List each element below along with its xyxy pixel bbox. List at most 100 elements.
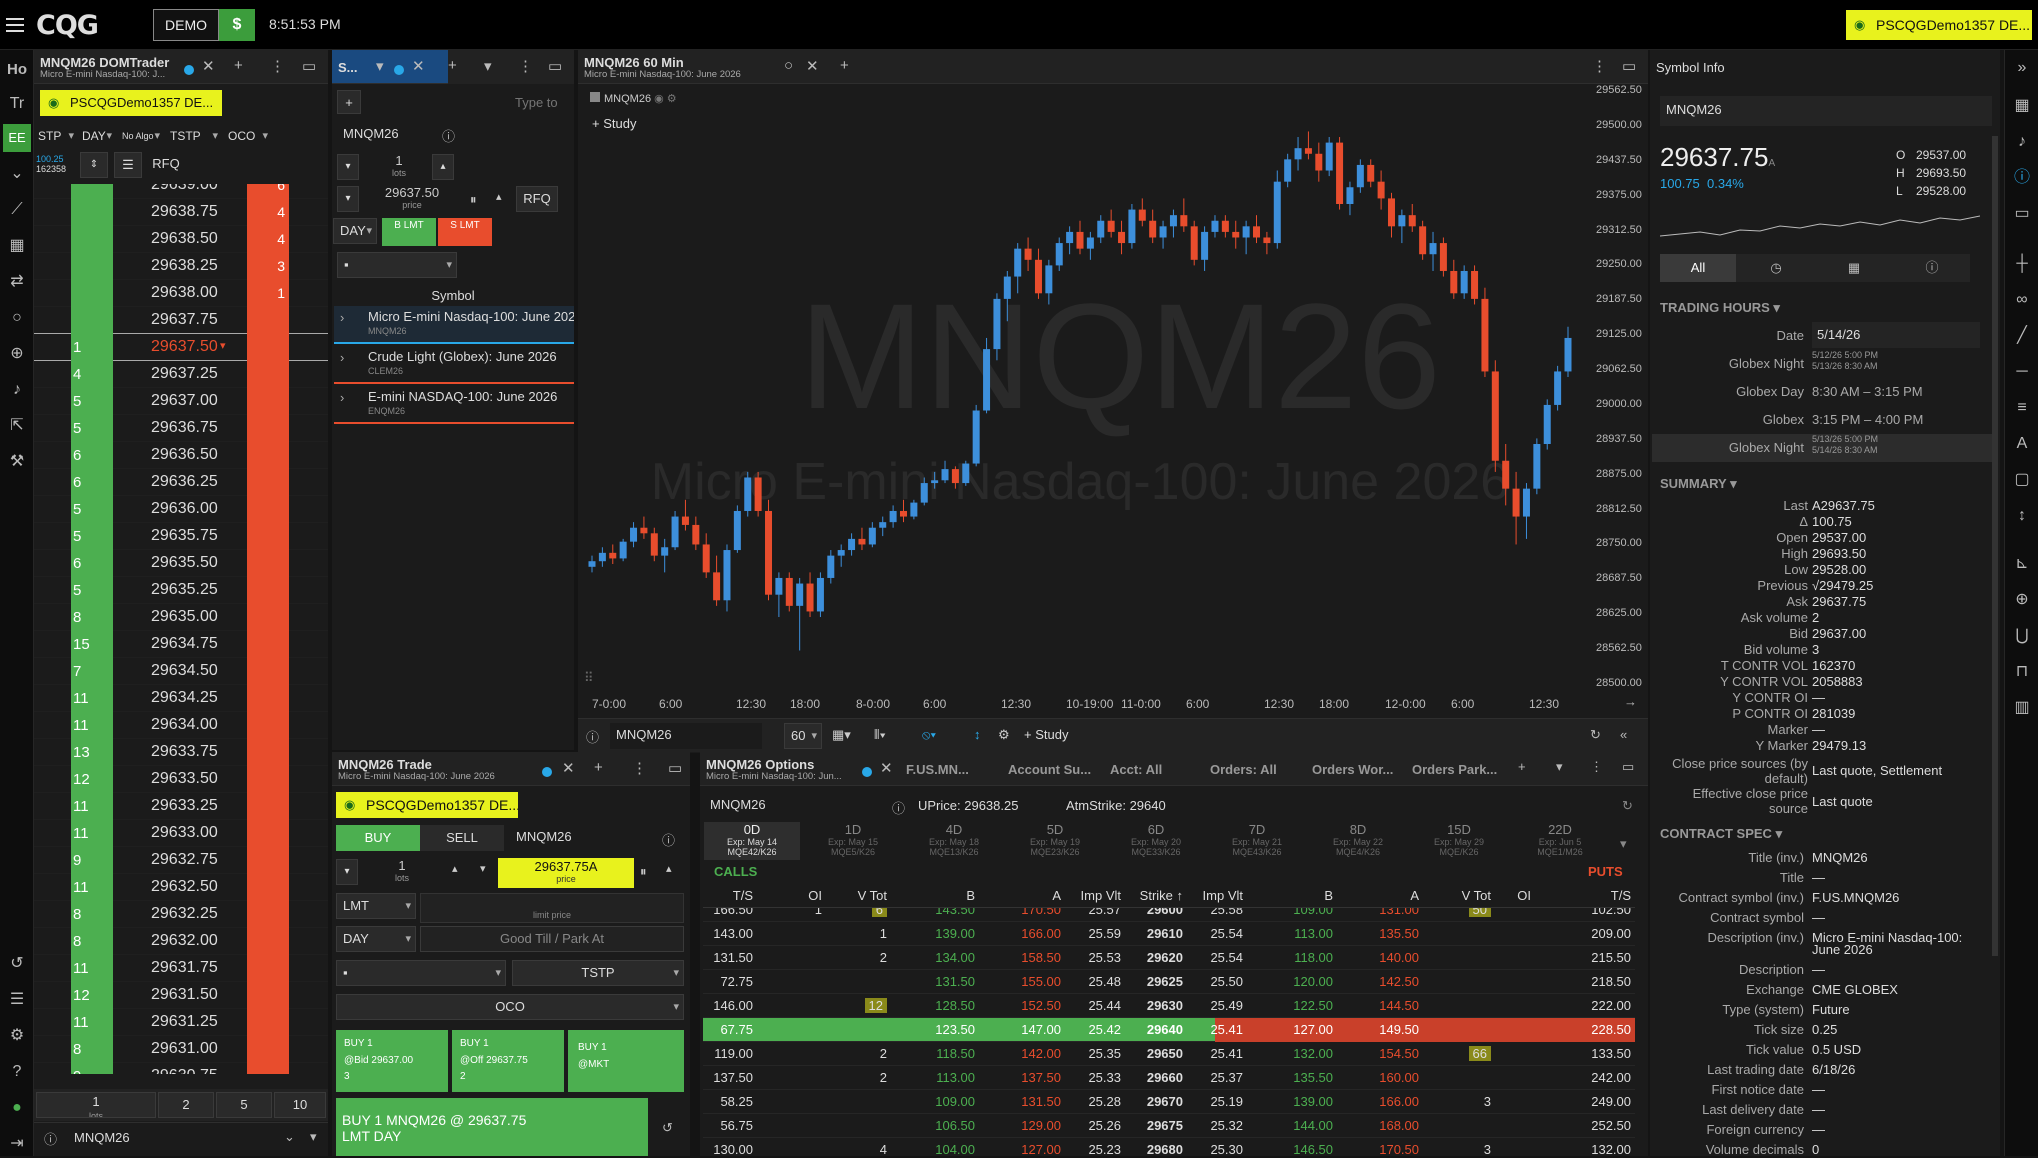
chevron-right-icon[interactable]: › [340, 390, 344, 405]
rect-tool-icon[interactable]: ▢ [2008, 466, 2036, 494]
option-row[interactable]: 119.00 2 118.50 142.00 25.35 29650 25.41 132.00… [703, 1042, 1635, 1066]
rfq-button[interactable]: RFQ [516, 186, 558, 212]
quick-buy-market-button[interactable]: BUY 1 @MKT [568, 1030, 684, 1092]
column-header[interactable]: OI [1517, 888, 1531, 903]
candle-body[interactable] [1221, 220, 1229, 232]
dom-row[interactable]: 11 29634.25 [34, 685, 328, 712]
candle-body[interactable] [765, 510, 773, 595]
candle-body[interactable] [723, 550, 731, 601]
dom-row[interactable]: 5 29636.00 [34, 496, 328, 523]
expiry-tab[interactable]: 7D Exp: May 21 MQE43/K26 [1209, 822, 1305, 860]
candle-body[interactable] [1024, 248, 1032, 260]
candle-body[interactable] [879, 522, 887, 528]
candle-body[interactable] [1408, 215, 1416, 227]
dom-row[interactable]: 29638.75 4 [34, 199, 328, 226]
candle-body[interactable] [1315, 153, 1323, 171]
crosshair-icon[interactable]: ┼ [2008, 250, 2036, 278]
tab-info-icon[interactable]: ⓘ [1894, 254, 1970, 282]
quick-buy-bid-button[interactable]: BUY 1 @Bid 29637.00 3 [336, 1030, 448, 1092]
candle-body[interactable] [816, 577, 824, 612]
candle-body[interactable] [1377, 181, 1385, 199]
pause-icon[interactable]: ⏸ [470, 192, 477, 208]
magnet-icon[interactable]: ⋃ [2008, 622, 2036, 650]
hide-icon[interactable]: ⦸▾ [922, 727, 936, 743]
candle-body[interactable] [920, 483, 928, 503]
candle-body[interactable] [1387, 198, 1395, 227]
candle-body[interactable] [692, 524, 700, 545]
tab-all[interactable]: All [1660, 254, 1736, 282]
candle-body[interactable] [889, 510, 897, 523]
contract-spec-header[interactable]: CONTRACT SPEC ▾ [1660, 826, 1782, 842]
chat-icon[interactable]: ▭ [2008, 200, 2036, 228]
bid-qty[interactable]: 8 [73, 906, 81, 923]
option-row[interactable]: 137.50 2 113.00 137.50 25.33 29660 25.37 135.50… [703, 1066, 1635, 1090]
dom-setting-select[interactable]: OCO [226, 124, 272, 150]
refresh-icon[interactable]: ↻ [1590, 727, 1601, 743]
dom-row[interactable]: 5 29635.25 [34, 577, 328, 604]
order-options-select[interactable]: ▪ [337, 252, 457, 278]
tstp-select[interactable]: TSTP [512, 960, 684, 986]
dom-row[interactable]: 29638.50 4 [34, 226, 328, 253]
candle-body[interactable] [1450, 270, 1458, 294]
candle-body[interactable] [1003, 276, 1011, 299]
dom-row[interactable]: 6 29636.25 [34, 469, 328, 496]
export-icon[interactable]: ⇱ [3, 412, 31, 440]
add-icon[interactable]: + [448, 57, 457, 74]
column-header[interactable]: V Tot [1462, 888, 1491, 903]
column-header[interactable]: Imp Vlt [1081, 888, 1121, 903]
candle-body[interactable] [941, 469, 949, 481]
candle-body[interactable] [1180, 215, 1188, 227]
dom-row[interactable]: 12 29633.50 [34, 766, 328, 793]
bid-qty[interactable]: 8 [73, 609, 81, 626]
lock-icon[interactable]: ⊓ [2008, 658, 2036, 686]
dom-row[interactable]: 8 29631.00 [34, 1036, 328, 1063]
summary-header[interactable]: SUMMARY ▾ [1660, 476, 1737, 492]
candle-body[interactable] [983, 349, 991, 411]
calendar-icon[interactable]: ▦▾ [832, 727, 851, 743]
dom-row[interactable]: 8 29632.00 [34, 928, 328, 955]
trade-lots[interactable]: 1 lots [362, 859, 442, 885]
dom-row[interactable]: 9 29630.75 [34, 1063, 328, 1074]
candle-body[interactable] [1201, 231, 1209, 260]
bid-qty[interactable]: 5 [73, 501, 81, 518]
bid-qty[interactable]: 8 [73, 933, 81, 950]
bid-qty[interactable]: 11 [73, 1014, 89, 1031]
candle-body[interactable] [951, 469, 959, 484]
undo-icon[interactable]: ↺ [662, 1120, 673, 1136]
demo-badge[interactable]: DEMO [153, 9, 219, 41]
dom-row[interactable]: 12 29631.50 [34, 982, 328, 1009]
candle-body[interactable] [827, 555, 835, 578]
dom-account[interactable]: PSCQGDemo1357 DE... [40, 90, 222, 116]
candle-body[interactable] [1554, 371, 1562, 405]
candle-body[interactable] [962, 463, 970, 484]
settings-icon[interactable]: ⚙ [998, 727, 1010, 743]
candle-body[interactable] [1128, 209, 1136, 244]
watch-lots[interactable]: 1 lots [364, 154, 434, 180]
candle-body[interactable] [754, 477, 762, 511]
dom-row[interactable]: 29638.00 1 [34, 280, 328, 307]
decrease-icon[interactable]: ▾ [336, 859, 358, 885]
qty-10-button[interactable]: 10 [274, 1092, 326, 1118]
collapse-icon[interactable]: » [2008, 54, 2036, 82]
bid-qty[interactable]: 5 [73, 393, 81, 410]
link-icon[interactable]: ∞ [2008, 286, 2036, 314]
chart-type-icon[interactable]: ⫴▾ [874, 727, 886, 743]
candle-body[interactable] [796, 583, 804, 606]
close-icon[interactable]: ✕ [562, 759, 575, 777]
candle-body[interactable] [1107, 220, 1115, 232]
candle-body[interactable] [1097, 220, 1105, 238]
options-tab[interactable]: Orders Park... [1412, 762, 1508, 777]
candle-body[interactable] [713, 572, 721, 601]
expiry-tab[interactable]: 4D Exp: May 18 MQE13/K26 [906, 822, 1002, 860]
column-header[interactable]: T/S [733, 888, 753, 903]
quick-buy-offer-button[interactable]: BUY 1 @Off 29637.75 2 [452, 1030, 564, 1092]
maximize-icon[interactable]: ▭ [548, 57, 562, 75]
collapse-icon[interactable]: « [1620, 727, 1627, 742]
dom-lots-field[interactable]: 1 lots [36, 1092, 156, 1118]
candle-body[interactable] [1149, 220, 1157, 238]
dom-row[interactable]: 1 29637.50 ▾ [34, 334, 328, 361]
table-icon[interactable]: ▦ [3, 232, 31, 260]
bid-qty[interactable]: 9 [73, 852, 81, 869]
option-row[interactable]: 58.25 109.00 131.50 25.28 29670 25.19 139.00 16… [703, 1090, 1635, 1114]
candle-body[interactable] [1055, 243, 1063, 266]
